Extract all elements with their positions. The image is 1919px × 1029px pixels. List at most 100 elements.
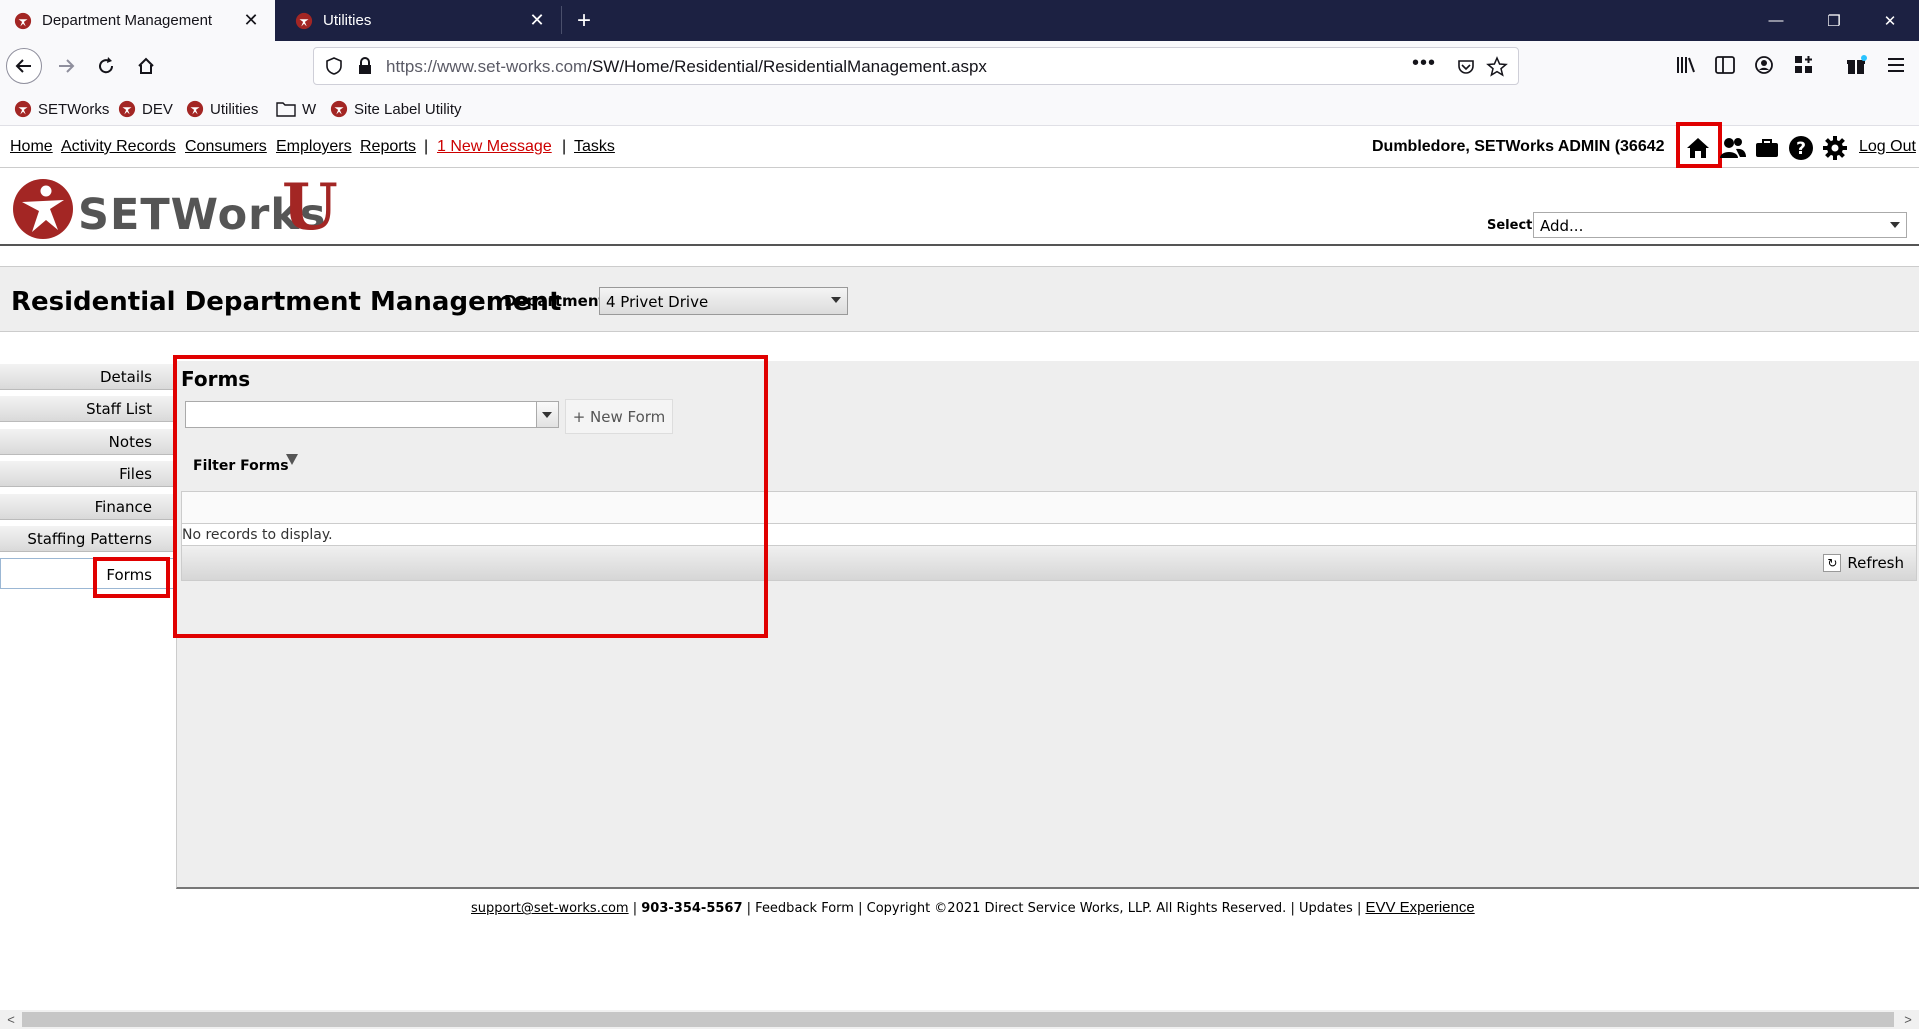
logo-u-mark: U: [282, 170, 338, 245]
page-title-band: Residential Department Management Depart…: [0, 266, 1919, 332]
bookmark-label: Utilities: [210, 100, 259, 118]
users-icon[interactable]: [1718, 133, 1748, 163]
svg-text:?: ?: [1796, 139, 1806, 159]
forms-tab-highlight-box: [93, 557, 170, 598]
side-tab-staffing-patterns[interactable]: Staffing Patterns: [0, 526, 174, 552]
bookmark-label: Site Label Utility: [354, 100, 462, 118]
home-icon[interactable]: [128, 48, 164, 84]
setworks-favicon-icon: [330, 100, 348, 118]
nav-reports-link[interactable]: Reports: [360, 138, 416, 156]
nav-separator: |: [562, 138, 567, 155]
tab-utilities[interactable]: Utilities ✕: [281, 0, 561, 41]
setworks-favicon-icon: [14, 100, 32, 118]
minimize-window-icon[interactable]: —: [1747, 0, 1805, 41]
setworks-favicon-icon: [14, 12, 32, 29]
nav-tasks-link[interactable]: Tasks: [574, 138, 615, 156]
bookmark-site-label-utility[interactable]: Site Label Utility: [330, 98, 462, 120]
new-message-link[interactable]: 1 New Message: [437, 138, 552, 156]
setworks-favicon-icon: [186, 100, 204, 118]
department-label: Department:: [504, 292, 612, 310]
restore-window-icon[interactable]: ❐: [1805, 0, 1863, 41]
add-select-dropdown[interactable]: Add...: [1533, 212, 1907, 238]
bookmark-setworks[interactable]: SETWorks: [14, 98, 109, 120]
gift-extension-icon[interactable]: [1843, 51, 1871, 79]
tracking-shield-icon[interactable]: [324, 56, 344, 76]
setworks-logo-icon: [13, 179, 73, 239]
evv-experience-link[interactable]: EVV Experience: [1365, 899, 1474, 916]
close-window-icon[interactable]: ✕: [1861, 0, 1919, 41]
updates-link[interactable]: Updates: [1299, 901, 1353, 916]
nav-activity-records-link[interactable]: Activity Records: [61, 138, 176, 156]
address-bar[interactable]: https://www.set-works.com/SW/Home/Reside…: [313, 47, 1519, 85]
horizontal-scrollbar[interactable]: < >: [0, 1010, 1919, 1029]
department-value: 4 Privet Drive: [606, 293, 709, 311]
url-text: https://www.set-works.com/SW/Home/Reside…: [386, 57, 987, 77]
bookmark-folder-w[interactable]: W: [276, 98, 316, 120]
lock-icon[interactable]: [356, 56, 374, 76]
close-tab-icon[interactable]: ✕: [241, 10, 261, 31]
bookmark-utilities[interactable]: Utilities: [186, 98, 258, 120]
side-tab-notes[interactable]: Notes: [0, 429, 174, 455]
browser-tab-bar: Department Management ✕ Utilities ✕ + — …: [0, 0, 1919, 41]
feedback-form-link[interactable]: Feedback Form: [755, 901, 854, 916]
bookmark-label: DEV: [142, 100, 173, 118]
top-navigation: Home Activity Records Consumers Employer…: [0, 122, 1919, 168]
side-tab-finance[interactable]: Finance: [0, 494, 174, 520]
support-phone: 903-354-5567: [641, 901, 743, 916]
chevron-down-icon: [831, 297, 841, 303]
close-tab-icon[interactable]: ✕: [527, 10, 547, 31]
sidebar-icon[interactable]: [1711, 51, 1739, 79]
side-tab-details[interactable]: Details: [0, 364, 174, 390]
refresh-button[interactable]: ↻ Refresh: [1823, 554, 1904, 572]
tab-title: Utilities: [323, 12, 372, 29]
footer-separator: |: [746, 901, 756, 916]
bookmarks-toolbar: SETWorks DEV Utilities W Site Label Util…: [0, 91, 1919, 126]
library-icon[interactable]: [1672, 51, 1700, 79]
scrollbar-thumb[interactable]: [22, 1012, 1894, 1027]
menu-hamburger-icon[interactable]: [1882, 51, 1910, 79]
bookmark-dev[interactable]: DEV: [118, 98, 173, 120]
forward-arrow-icon[interactable]: [48, 48, 84, 84]
logout-link[interactable]: Log Out: [1859, 138, 1916, 156]
settings-gear-icon[interactable]: [1820, 133, 1850, 163]
page-title: Residential Department Management: [11, 287, 562, 317]
briefcase-icon[interactable]: [1752, 133, 1782, 163]
reload-icon[interactable]: [88, 48, 124, 84]
department-select[interactable]: 4 Privet Drive: [599, 287, 848, 315]
nav-separator: |: [424, 138, 429, 155]
nav-consumers-link[interactable]: Consumers: [185, 138, 267, 156]
copyright-text: Copyright ©2021 Direct Service Works, LL…: [866, 901, 1287, 916]
pocket-icon[interactable]: [1456, 57, 1476, 77]
footer-separator: |: [858, 901, 863, 916]
tab-title: Department Management: [42, 12, 213, 29]
account-icon[interactable]: [1750, 51, 1778, 79]
bookmark-label: W: [302, 100, 317, 118]
support-email-link[interactable]: support@set-works.com: [471, 901, 629, 916]
page-footer: support@set-works.com | 903-354-5567 | F…: [0, 889, 1919, 929]
extensions-grid-icon[interactable]: [1790, 51, 1818, 79]
nav-employers-link[interactable]: Employers: [276, 138, 352, 156]
nav-home-link[interactable]: Home: [10, 138, 53, 156]
help-icon[interactable]: ?: [1786, 133, 1816, 163]
back-arrow-icon[interactable]: [6, 48, 42, 84]
scroll-right-icon[interactable]: >: [1899, 1010, 1917, 1029]
select-value: Add...: [1540, 217, 1584, 235]
bookmark-star-icon[interactable]: [1486, 56, 1508, 78]
side-tab-staff-list[interactable]: Staff List: [0, 396, 174, 422]
home-highlight-box: [1676, 122, 1722, 168]
tab-department-management[interactable]: Department Management ✕: [0, 0, 275, 41]
url-domain: https://www.set-works.com: [386, 57, 588, 76]
page-actions-icon[interactable]: •••: [1412, 52, 1436, 75]
refresh-icon: ↻: [1823, 554, 1842, 572]
chevron-down-icon: [1890, 222, 1900, 228]
select-label: Select:: [1487, 218, 1538, 233]
footer-line: support@set-works.com | 903-354-5567 | F…: [471, 899, 1475, 916]
footer-separator: |: [632, 901, 642, 916]
setworks-favicon-icon: [118, 100, 136, 118]
scroll-left-icon[interactable]: <: [2, 1010, 20, 1029]
new-tab-button[interactable]: +: [568, 0, 600, 41]
browser-nav-bar: https://www.set-works.com/SW/Home/Reside…: [0, 41, 1919, 91]
side-tab-files[interactable]: Files: [0, 461, 174, 487]
forms-section-highlight-box: [173, 355, 768, 638]
brand-header: SETWorks U Select: Add...: [0, 168, 1919, 246]
